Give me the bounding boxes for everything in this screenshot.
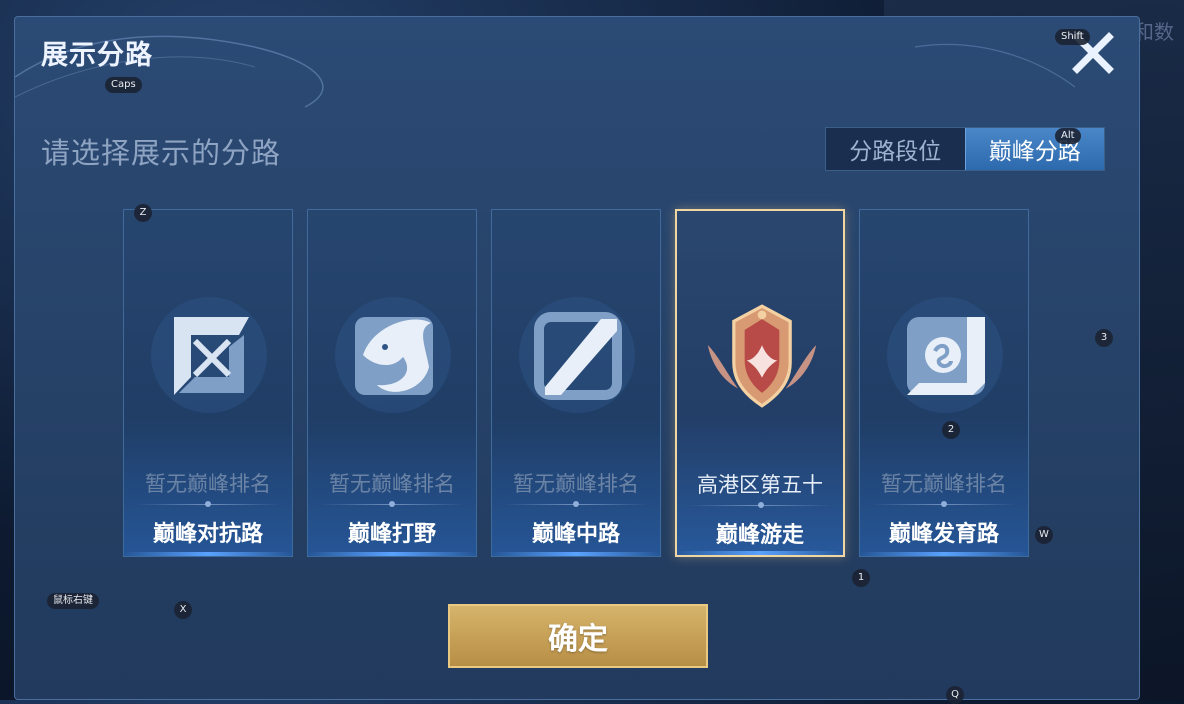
divider-dot: [205, 501, 211, 507]
tab-peak-lane[interactable]: 巅峰分路: [964, 128, 1104, 170]
decorative-swirl: [15, 35, 1076, 108]
lane-card-top[interactable]: 暂无巅峰排名 巅峰对抗路: [123, 209, 293, 557]
divider-dot: [941, 501, 947, 507]
role-label: 巅峰游走: [715, 523, 804, 548]
lane-card-mid[interactable]: 暂无巅峰排名 巅峰中路: [491, 209, 661, 557]
lane-card-list: 暂无巅峰排名 巅峰对抗路 暂无巅峰排名 巅峰打野 暂无巅峰排名 巅峰中路 高港区…: [123, 209, 1043, 559]
divider-dot: [573, 501, 579, 507]
rank-text: 暂无巅峰排名: [145, 472, 271, 496]
card-glow: [124, 552, 292, 556]
role-label: 巅峰打野: [347, 522, 436, 547]
divider-dot: [758, 502, 764, 508]
tab-lane-rank[interactable]: 分路段位: [826, 128, 965, 170]
prompt-text: 请选择展示的分路: [41, 136, 282, 170]
role-label: 巅峰对抗路: [152, 522, 263, 547]
card-glow: [677, 551, 843, 555]
key-hint-shift: Shift: [1055, 29, 1090, 45]
sword-icon: [151, 297, 267, 413]
role-label: 巅峰中路: [531, 522, 620, 547]
key-hint-z: Z: [134, 204, 152, 222]
rank-text: 暂无巅峰排名: [881, 472, 1007, 496]
rank-text: 暂无巅峰排名: [513, 472, 639, 496]
key-hint-x: X: [174, 601, 192, 619]
winged-shield-icon: [707, 304, 817, 408]
rank-text: 暂无巅峰排名: [329, 472, 455, 496]
key-hint-caps: Caps: [105, 77, 142, 93]
card-glow: [492, 552, 660, 556]
divider-dot: [389, 501, 395, 507]
card-glow: [860, 552, 1028, 556]
key-hint-1: 1: [852, 569, 870, 587]
rank-text: 高港区第五十: [697, 473, 823, 497]
lane-select-dialog: 展示分路 请选择展示的分路 分路段位 巅峰分路 暂无巅峰排名 巅峰对抗路 暂无巅…: [14, 16, 1140, 700]
key-hint-mouse-right: 鼠标右键: [47, 593, 99, 609]
dragon-icon: [335, 297, 451, 413]
confirm-button[interactable]: 确定: [448, 604, 708, 668]
key-hint-q: Q: [946, 686, 964, 704]
dialog-title: 展示分路: [41, 40, 153, 71]
lane-card-support[interactable]: 高港区第五十 巅峰游走: [675, 209, 845, 557]
target-icon: [887, 297, 1003, 413]
key-hint-2: 2: [942, 421, 960, 439]
key-hint-alt: Alt: [1055, 128, 1081, 144]
key-hint-3: 3: [1095, 329, 1113, 347]
lane-card-jungle[interactable]: 暂无巅峰排名 巅峰打野: [307, 209, 477, 557]
card-glow: [308, 552, 476, 556]
lane-slash-icon: [519, 297, 635, 413]
key-hint-w: W: [1035, 526, 1053, 544]
lane-card-adc[interactable]: 暂无巅峰排名 巅峰发育路: [859, 209, 1029, 557]
role-label: 巅峰发育路: [888, 522, 999, 547]
